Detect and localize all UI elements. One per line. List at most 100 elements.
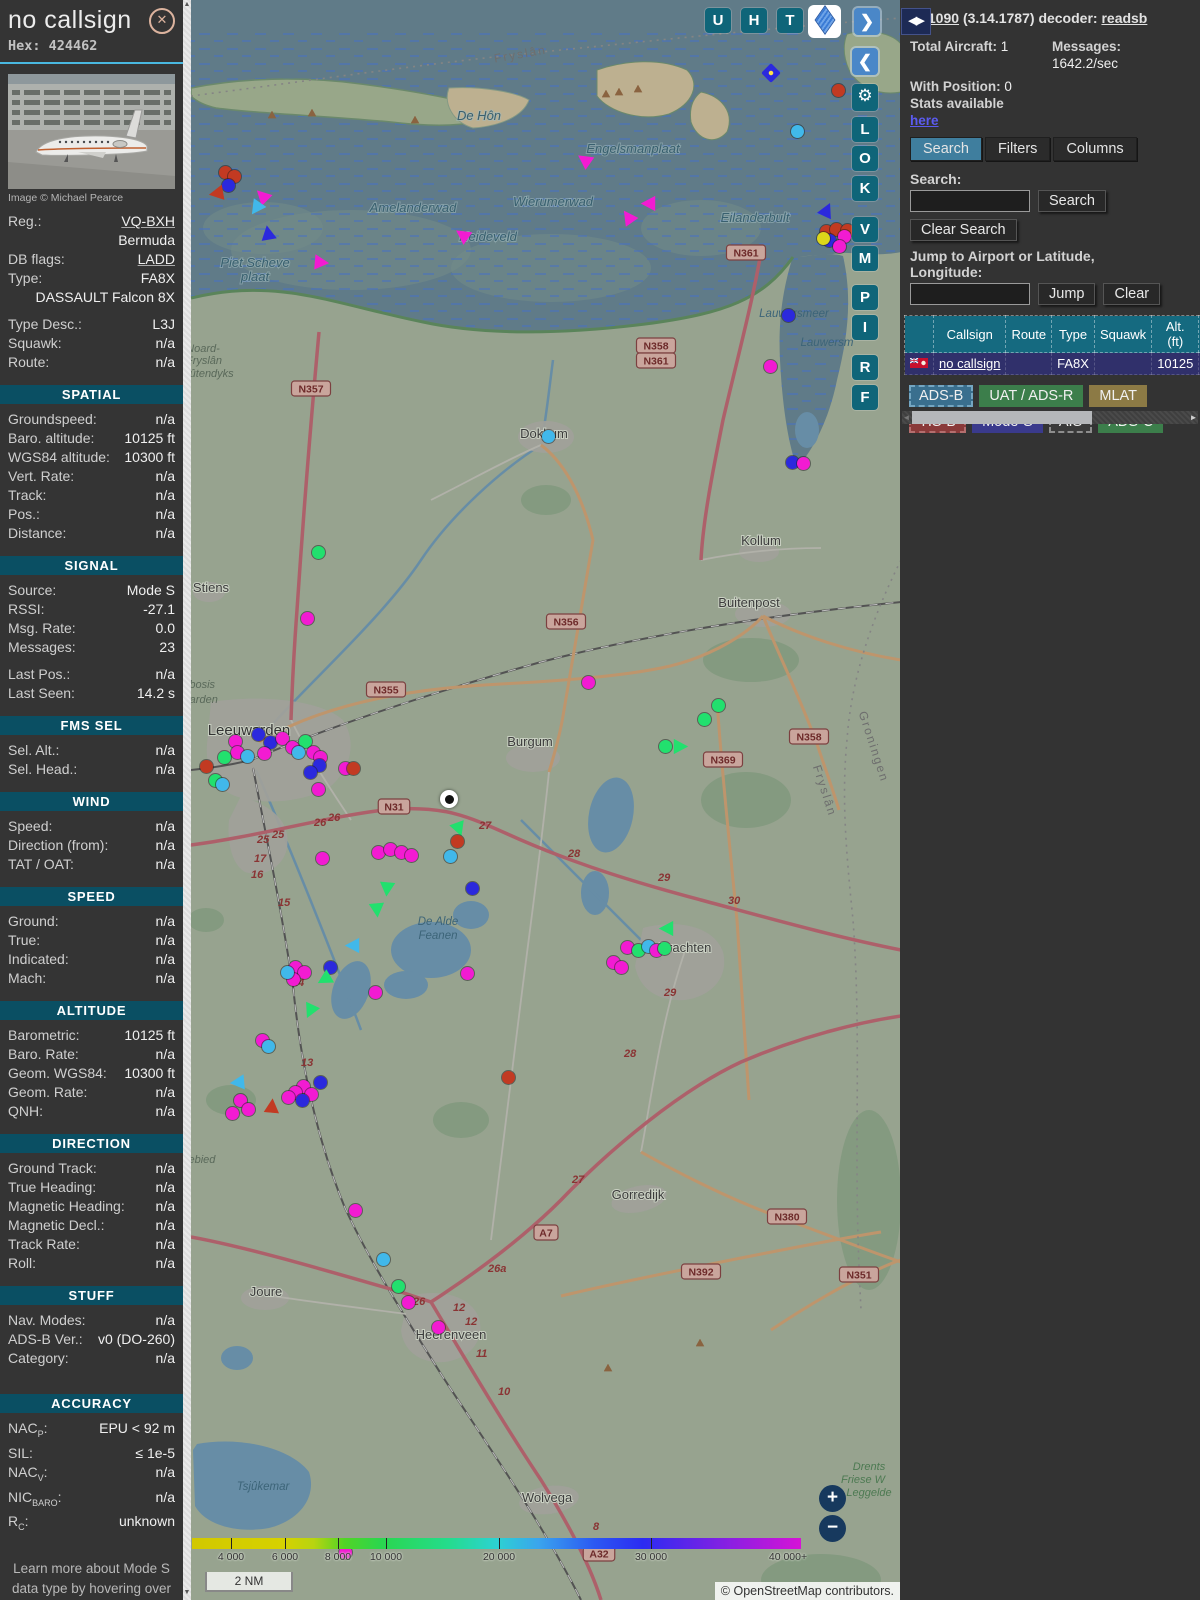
aircraft-marker[interactable] [251, 727, 265, 741]
aircraft-marker[interactable] [348, 1203, 362, 1217]
source-filter-mlat[interactable]: MLAT [1089, 385, 1147, 407]
aircraft-marker[interactable] [311, 782, 325, 796]
aircraft-photo[interactable] [8, 74, 175, 189]
tab-filters[interactable]: Filters [984, 137, 1051, 161]
column-header[interactable]: Alt. (ft) [1151, 315, 1200, 353]
aircraft-marker[interactable] [346, 761, 360, 775]
aircraft-marker[interactable] [711, 698, 725, 712]
search-button[interactable]: Search [1038, 190, 1106, 212]
column-header[interactable]: Route [1005, 315, 1053, 353]
aircraft-marker[interactable] [401, 1295, 415, 1309]
scroll-up-icon[interactable]: ▲ [183, 1, 191, 8]
stats-here-link[interactable]: here [910, 113, 939, 128]
aircraft-marker[interactable] [376, 1252, 390, 1266]
scroll-left-icon[interactable]: ◄ [902, 411, 911, 424]
aircraft-marker[interactable] [281, 1090, 295, 1104]
aircraft-marker[interactable] [225, 1106, 239, 1120]
map-button-p[interactable]: P [852, 285, 878, 310]
aircraft-marker[interactable] [697, 712, 711, 726]
aircraft-marker[interactable] [257, 746, 271, 760]
jump-button[interactable]: Jump [1038, 283, 1096, 305]
aircraft-marker[interactable] [391, 1279, 405, 1293]
aircraft-marker[interactable] [781, 308, 795, 322]
aircraft-marker[interactable] [217, 750, 231, 764]
panel-collapse-button[interactable]: ❮ [852, 48, 878, 75]
source-filter-uat-ads-r[interactable]: UAT / ADS-R [979, 385, 1084, 407]
map-button-l[interactable]: L [852, 117, 878, 142]
map-button-k[interactable]: K [852, 176, 878, 201]
map-button-t[interactable]: T [777, 8, 803, 33]
aircraft-marker[interactable] [300, 611, 314, 625]
layers-button[interactable] [808, 5, 841, 41]
jump-input[interactable] [910, 283, 1030, 305]
aircraft-marker[interactable] [241, 1102, 255, 1116]
close-icon[interactable]: ✕ [149, 8, 175, 34]
table-horizontal-scrollbar[interactable]: ◄ ► [902, 411, 1198, 424]
map-button-o[interactable]: O [852, 146, 878, 171]
map-button-h[interactable]: H [741, 8, 767, 33]
aircraft-marker[interactable] [465, 881, 479, 895]
aircraft-marker[interactable] [581, 675, 595, 689]
aircraft-marker[interactable] [501, 1070, 515, 1084]
selected-position-marker[interactable] [440, 790, 458, 808]
tab-columns[interactable]: Columns [1053, 137, 1137, 161]
clear-search-button[interactable]: Clear Search [910, 219, 1017, 241]
panel-expand-button[interactable]: ❯ [854, 8, 880, 35]
map-button-v[interactable]: V [852, 217, 878, 242]
aircraft-marker[interactable] [313, 1075, 327, 1089]
map-button-u[interactable]: U [705, 8, 731, 33]
aircraft-marker[interactable] [221, 178, 235, 192]
source-filter-ads-b[interactable]: ADS-B [909, 385, 974, 407]
aircraft-marker[interactable] [763, 359, 777, 373]
column-header[interactable]: Callsign [932, 315, 1007, 353]
tab-search[interactable]: Search [910, 137, 982, 161]
info-value-link[interactable]: VQ-BXH [41, 212, 175, 231]
aircraft-marker[interactable] [796, 456, 810, 470]
zoom-out-button[interactable]: − [819, 1515, 846, 1542]
aircraft-marker[interactable] [199, 759, 213, 773]
aircraft-marker[interactable] [295, 1093, 309, 1107]
aircraft-marker[interactable] [240, 749, 254, 763]
aircraft-marker[interactable] [614, 960, 628, 974]
aircraft-marker[interactable] [831, 83, 845, 97]
map-button-m[interactable]: M [852, 246, 878, 271]
sidebar-scrollbar[interactable]: ▲ ▼ [183, 0, 191, 1600]
aircraft-marker[interactable] [291, 745, 305, 759]
zoom-in-button[interactable]: + [819, 1485, 846, 1512]
scrollbar-thumb[interactable] [912, 411, 1092, 424]
map-button-r[interactable]: R [852, 355, 878, 380]
aircraft-marker[interactable] [443, 849, 457, 863]
aircraft-marker[interactable] [450, 834, 464, 848]
aircraft-marker[interactable] [215, 777, 229, 791]
jump-clear-button[interactable]: Clear [1103, 283, 1161, 305]
aircraft-table-row[interactable]: no callsign FA8X 10125 [904, 352, 1200, 375]
aircraft-marker[interactable] [404, 848, 418, 862]
column-header[interactable] [904, 315, 934, 353]
aircraft-marker[interactable] [261, 1039, 275, 1053]
scroll-down-icon[interactable]: ▼ [183, 1589, 191, 1596]
column-header[interactable]: Type [1051, 315, 1095, 353]
settings-gear-icon[interactable]: ⚙ [852, 84, 878, 111]
aircraft-marker[interactable] [541, 429, 555, 443]
aircraft-marker[interactable] [431, 1320, 445, 1334]
map-canvas[interactable]: N361 N358 N361 N357 N356 N355 N358 N369 N31 N380 A… [191, 0, 900, 1600]
aircraft-marker[interactable] [311, 545, 325, 559]
aircraft-marker[interactable] [368, 985, 382, 999]
aircraft-marker[interactable] [790, 124, 804, 138]
callsign-cell[interactable]: no callsign [932, 352, 1007, 375]
aircraft-marker[interactable] [657, 941, 671, 955]
aircraft-marker[interactable] [816, 231, 830, 245]
aircraft-marker[interactable] [460, 966, 474, 980]
aircraft-marker[interactable] [658, 739, 672, 753]
aircraft-marker[interactable] [303, 765, 317, 779]
readsb-link[interactable]: readsb [1101, 10, 1147, 26]
aircraft-marker[interactable] [315, 851, 329, 865]
scroll-right-icon[interactable]: ► [1189, 411, 1198, 424]
osm-link[interactable]: OpenStreetMap [733, 1584, 821, 1598]
panel-toggle-icon[interactable]: ◀▶ [901, 8, 931, 35]
map-button-i[interactable]: I [852, 315, 878, 340]
aircraft-marker[interactable] [280, 965, 294, 979]
map-button-f[interactable]: F [852, 385, 878, 410]
search-input[interactable] [910, 190, 1030, 212]
callsign-link[interactable]: no callsign [939, 356, 1000, 371]
